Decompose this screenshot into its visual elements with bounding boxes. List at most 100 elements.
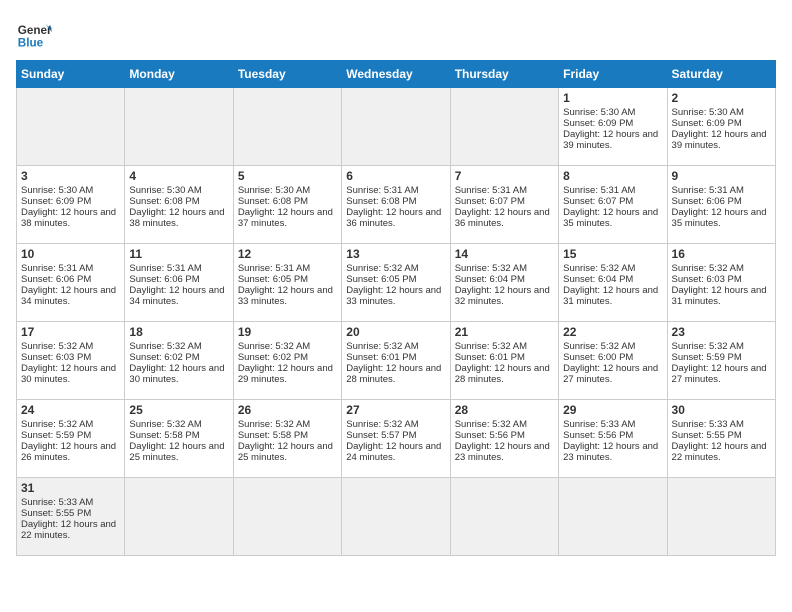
calendar-cell: 13Sunrise: 5:32 AMSunset: 6:05 PMDayligh… [342,244,450,322]
svg-text:General: General [18,24,52,37]
day-number: 24 [21,403,120,417]
day-number: 20 [346,325,445,339]
day-info: Daylight: 12 hours and 28 minutes. [346,363,445,385]
day-info: Sunset: 5:58 PM [238,430,337,441]
day-info: Sunrise: 5:32 AM [563,263,662,274]
day-info: Daylight: 12 hours and 22 minutes. [672,441,771,463]
calendar-cell: 14Sunrise: 5:32 AMSunset: 6:04 PMDayligh… [450,244,558,322]
day-number: 21 [455,325,554,339]
day-info: Sunset: 6:02 PM [129,352,228,363]
day-info: Daylight: 12 hours and 30 minutes. [21,363,120,385]
day-number: 13 [346,247,445,261]
day-info: Sunset: 5:56 PM [455,430,554,441]
day-info: Sunset: 5:59 PM [21,430,120,441]
weekday-header-row: SundayMondayTuesdayWednesdayThursdayFrid… [17,61,776,88]
day-number: 19 [238,325,337,339]
day-info: Sunset: 6:07 PM [563,196,662,207]
day-info: Sunrise: 5:32 AM [455,419,554,430]
day-info: Sunrise: 5:33 AM [21,497,120,508]
calendar-cell: 23Sunrise: 5:32 AMSunset: 5:59 PMDayligh… [667,322,775,400]
page-header: General Blue [16,16,776,52]
day-info: Sunrise: 5:30 AM [21,185,120,196]
day-number: 30 [672,403,771,417]
day-number: 10 [21,247,120,261]
day-info: Daylight: 12 hours and 32 minutes. [455,285,554,307]
day-number: 11 [129,247,228,261]
day-info: Sunset: 6:06 PM [672,196,771,207]
day-number: 4 [129,169,228,183]
weekday-header-tuesday: Tuesday [233,61,341,88]
week-row-6: 31Sunrise: 5:33 AMSunset: 5:55 PMDayligh… [17,478,776,556]
day-number: 29 [563,403,662,417]
day-info: Daylight: 12 hours and 34 minutes. [21,285,120,307]
day-info: Daylight: 12 hours and 29 minutes. [238,363,337,385]
day-info: Sunset: 5:58 PM [129,430,228,441]
day-number: 27 [346,403,445,417]
calendar-cell: 19Sunrise: 5:32 AMSunset: 6:02 PMDayligh… [233,322,341,400]
day-number: 7 [455,169,554,183]
day-info: Daylight: 12 hours and 33 minutes. [238,285,337,307]
calendar-cell: 21Sunrise: 5:32 AMSunset: 6:01 PMDayligh… [450,322,558,400]
day-info: Sunrise: 5:31 AM [346,185,445,196]
day-info: Sunset: 5:56 PM [563,430,662,441]
day-info: Sunset: 6:05 PM [238,274,337,285]
day-number: 28 [455,403,554,417]
day-info: Sunrise: 5:33 AM [563,419,662,430]
day-info: Sunrise: 5:30 AM [672,107,771,118]
day-info: Sunrise: 5:31 AM [455,185,554,196]
calendar-cell: 1Sunrise: 5:30 AMSunset: 6:09 PMDaylight… [559,88,667,166]
day-info: Sunrise: 5:30 AM [238,185,337,196]
day-info: Sunrise: 5:32 AM [672,263,771,274]
day-number: 26 [238,403,337,417]
day-info: Sunrise: 5:32 AM [21,419,120,430]
day-info: Daylight: 12 hours and 37 minutes. [238,207,337,229]
calendar-cell: 5Sunrise: 5:30 AMSunset: 6:08 PMDaylight… [233,166,341,244]
day-info: Sunset: 6:01 PM [346,352,445,363]
day-info: Sunset: 6:09 PM [672,118,771,129]
day-info: Daylight: 12 hours and 34 minutes. [129,285,228,307]
calendar-cell: 25Sunrise: 5:32 AMSunset: 5:58 PMDayligh… [125,400,233,478]
day-number: 18 [129,325,228,339]
day-info: Daylight: 12 hours and 38 minutes. [21,207,120,229]
calendar-cell [342,88,450,166]
day-info: Sunset: 5:59 PM [672,352,771,363]
day-number: 23 [672,325,771,339]
day-number: 22 [563,325,662,339]
calendar-cell: 11Sunrise: 5:31 AMSunset: 6:06 PMDayligh… [125,244,233,322]
day-info: Daylight: 12 hours and 25 minutes. [129,441,228,463]
calendar-cell: 26Sunrise: 5:32 AMSunset: 5:58 PMDayligh… [233,400,341,478]
day-info: Sunrise: 5:32 AM [129,341,228,352]
day-info: Daylight: 12 hours and 39 minutes. [672,129,771,151]
day-info: Sunset: 5:55 PM [21,508,120,519]
day-number: 16 [672,247,771,261]
calendar-cell: 20Sunrise: 5:32 AMSunset: 6:01 PMDayligh… [342,322,450,400]
day-number: 9 [672,169,771,183]
calendar-cell [125,88,233,166]
day-info: Sunset: 6:04 PM [455,274,554,285]
calendar-cell: 12Sunrise: 5:31 AMSunset: 6:05 PMDayligh… [233,244,341,322]
weekday-header-saturday: Saturday [667,61,775,88]
day-info: Sunset: 6:04 PM [563,274,662,285]
day-info: Sunset: 6:08 PM [238,196,337,207]
day-info: Daylight: 12 hours and 35 minutes. [672,207,771,229]
weekday-header-sunday: Sunday [17,61,125,88]
day-number: 31 [21,481,120,495]
day-info: Daylight: 12 hours and 36 minutes. [346,207,445,229]
week-row-4: 17Sunrise: 5:32 AMSunset: 6:03 PMDayligh… [17,322,776,400]
weekday-header-wednesday: Wednesday [342,61,450,88]
calendar-cell: 30Sunrise: 5:33 AMSunset: 5:55 PMDayligh… [667,400,775,478]
day-info: Daylight: 12 hours and 33 minutes. [346,285,445,307]
calendar-cell: 17Sunrise: 5:32 AMSunset: 6:03 PMDayligh… [17,322,125,400]
day-info: Sunset: 6:02 PM [238,352,337,363]
day-info: Sunset: 5:57 PM [346,430,445,441]
day-info: Sunrise: 5:31 AM [563,185,662,196]
calendar-cell: 29Sunrise: 5:33 AMSunset: 5:56 PMDayligh… [559,400,667,478]
day-info: Daylight: 12 hours and 39 minutes. [563,129,662,151]
calendar-cell [17,88,125,166]
calendar-cell: 15Sunrise: 5:32 AMSunset: 6:04 PMDayligh… [559,244,667,322]
calendar-cell: 27Sunrise: 5:32 AMSunset: 5:57 PMDayligh… [342,400,450,478]
day-info: Daylight: 12 hours and 38 minutes. [129,207,228,229]
day-info: Daylight: 12 hours and 23 minutes. [455,441,554,463]
day-info: Sunset: 6:07 PM [455,196,554,207]
day-info: Daylight: 12 hours and 25 minutes. [238,441,337,463]
